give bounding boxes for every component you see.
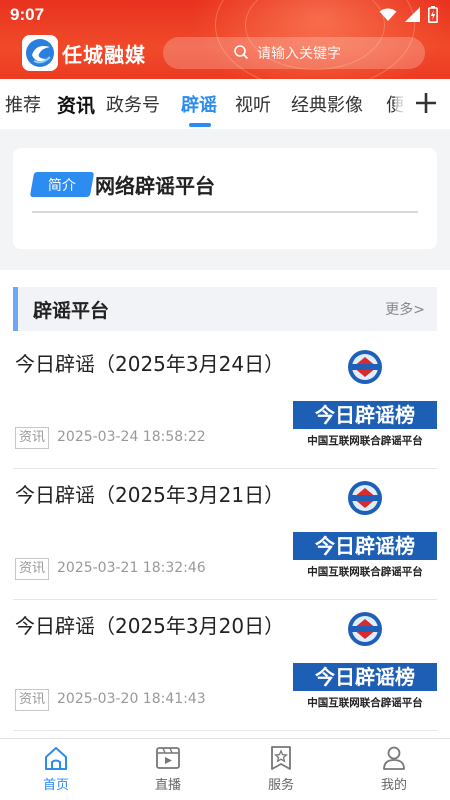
section-more-link[interactable]: 更多> <box>385 299 425 319</box>
status-icons <box>379 6 438 23</box>
nav-profile-label: 我的 <box>380 778 407 793</box>
item-time: 2025-03-20 18:41:43 <box>57 691 206 707</box>
nav-home-label: 首页 <box>42 778 69 793</box>
signal-icon <box>405 7 420 22</box>
live-icon <box>156 747 180 769</box>
bottom-nav: 首页 直播 服务 我的 <box>0 738 450 800</box>
nav-service[interactable]: 服务 <box>251 744 311 793</box>
item-thumbnail: 今日辟谣榜 中国互联网联合辟谣平台 <box>293 480 437 582</box>
intro-badge-label: 简介 <box>48 177 76 194</box>
wifi-icon <box>379 8 397 21</box>
section-accent-bar <box>13 287 18 331</box>
list-item[interactable]: 今日辟谣（2025年3月21日） 资讯 2025-03-21 18:32:46 … <box>13 469 437 600</box>
thumbnail-banner-text: 今日辟谣榜 <box>315 665 415 689</box>
nav-profile[interactable]: 我的 <box>364 744 424 793</box>
tab-active-indicator <box>189 123 211 127</box>
item-thumbnail: 今日辟谣榜 中国互联网联合辟谣平台 <box>293 611 437 713</box>
item-time: 2025-03-21 18:32:46 <box>57 560 206 576</box>
tab-recommend[interactable]: 推荐 <box>5 91 41 117</box>
item-tag: 资讯 <box>15 689 50 711</box>
intro-card: 简介 网络辟谣平台 <box>13 148 437 249</box>
nav-home[interactable]: 首页 <box>26 744 86 793</box>
list-item[interactable]: 今日辟谣（2025年3月24日） 资讯 2025-03-24 18:58:22 … <box>13 338 437 469</box>
thumbnail-banner-text: 今日辟谣榜 <box>315 403 415 427</box>
thumbnail-caption: 中国互联网联合辟谣平台 <box>307 434 423 447</box>
search-placeholder: 请输入关键字 <box>257 46 341 62</box>
nav-service-label: 服务 <box>267 778 294 793</box>
item-thumbnail: 今日辟谣榜 中国互联网联合辟谣平台 <box>293 349 437 451</box>
thumbnail-caption: 中国互联网联合辟谣平台 <box>307 696 423 709</box>
nav-live-label: 直播 <box>154 778 181 793</box>
tab-rumor[interactable]: 辟谣 <box>181 91 217 117</box>
item-time: 2025-03-24 18:58:22 <box>57 429 206 445</box>
status-time: 9:07 <box>10 5 45 24</box>
item-tag: 资讯 <box>15 558 50 580</box>
tab-classic-images[interactable]: 经典影像 <box>291 91 363 117</box>
search-input[interactable]: 请输入关键字 <box>163 37 425 69</box>
app-logo <box>22 35 58 71</box>
item-title: 今日辟谣（2025年3月24日） <box>15 352 285 376</box>
list-item[interactable]: 今日辟谣（2025年3月20日） 资讯 2025-03-20 18:41:43 … <box>13 600 437 731</box>
item-divider <box>13 730 437 731</box>
home-icon <box>45 747 67 770</box>
intro-badge: 简介 <box>29 172 95 197</box>
channel-tabs: 推荐 资讯 政务号 辟谣 视听 经典影像 便 <box>0 79 450 129</box>
item-tag: 资讯 <box>15 427 50 449</box>
app-header: 9:07 任城融媒 请输入关键字 <box>0 0 450 79</box>
add-channel-icon[interactable] <box>413 90 439 116</box>
section-header: 辟谣平台 更多> <box>13 287 437 331</box>
nav-live[interactable]: 直播 <box>138 744 198 793</box>
tab-news[interactable]: 资讯 <box>57 91 95 118</box>
thumbnail-caption: 中国互联网联合辟谣平台 <box>307 565 423 578</box>
status-bar: 9:07 <box>0 0 450 30</box>
search-icon <box>234 45 249 60</box>
service-icon <box>271 746 291 770</box>
battery-icon <box>428 6 438 23</box>
thumbnail-banner-text: 今日辟谣榜 <box>315 534 415 558</box>
item-title: 今日辟谣（2025年3月21日） <box>15 483 285 507</box>
section-title: 辟谣平台 <box>33 300 110 322</box>
article-list: 辟谣平台 更多> 今日辟谣（2025年3月24日） 资讯 2025-03-24 … <box>0 270 450 740</box>
tab-government[interactable]: 政务号 <box>106 91 160 117</box>
intro-title: 网络辟谣平台 <box>95 174 215 198</box>
app-name: 任城融媒 <box>62 43 146 67</box>
item-title: 今日辟谣（2025年3月20日） <box>15 614 285 638</box>
intro-divider <box>32 211 418 213</box>
tab-audiovisual[interactable]: 视听 <box>235 91 271 117</box>
profile-icon <box>383 746 405 770</box>
